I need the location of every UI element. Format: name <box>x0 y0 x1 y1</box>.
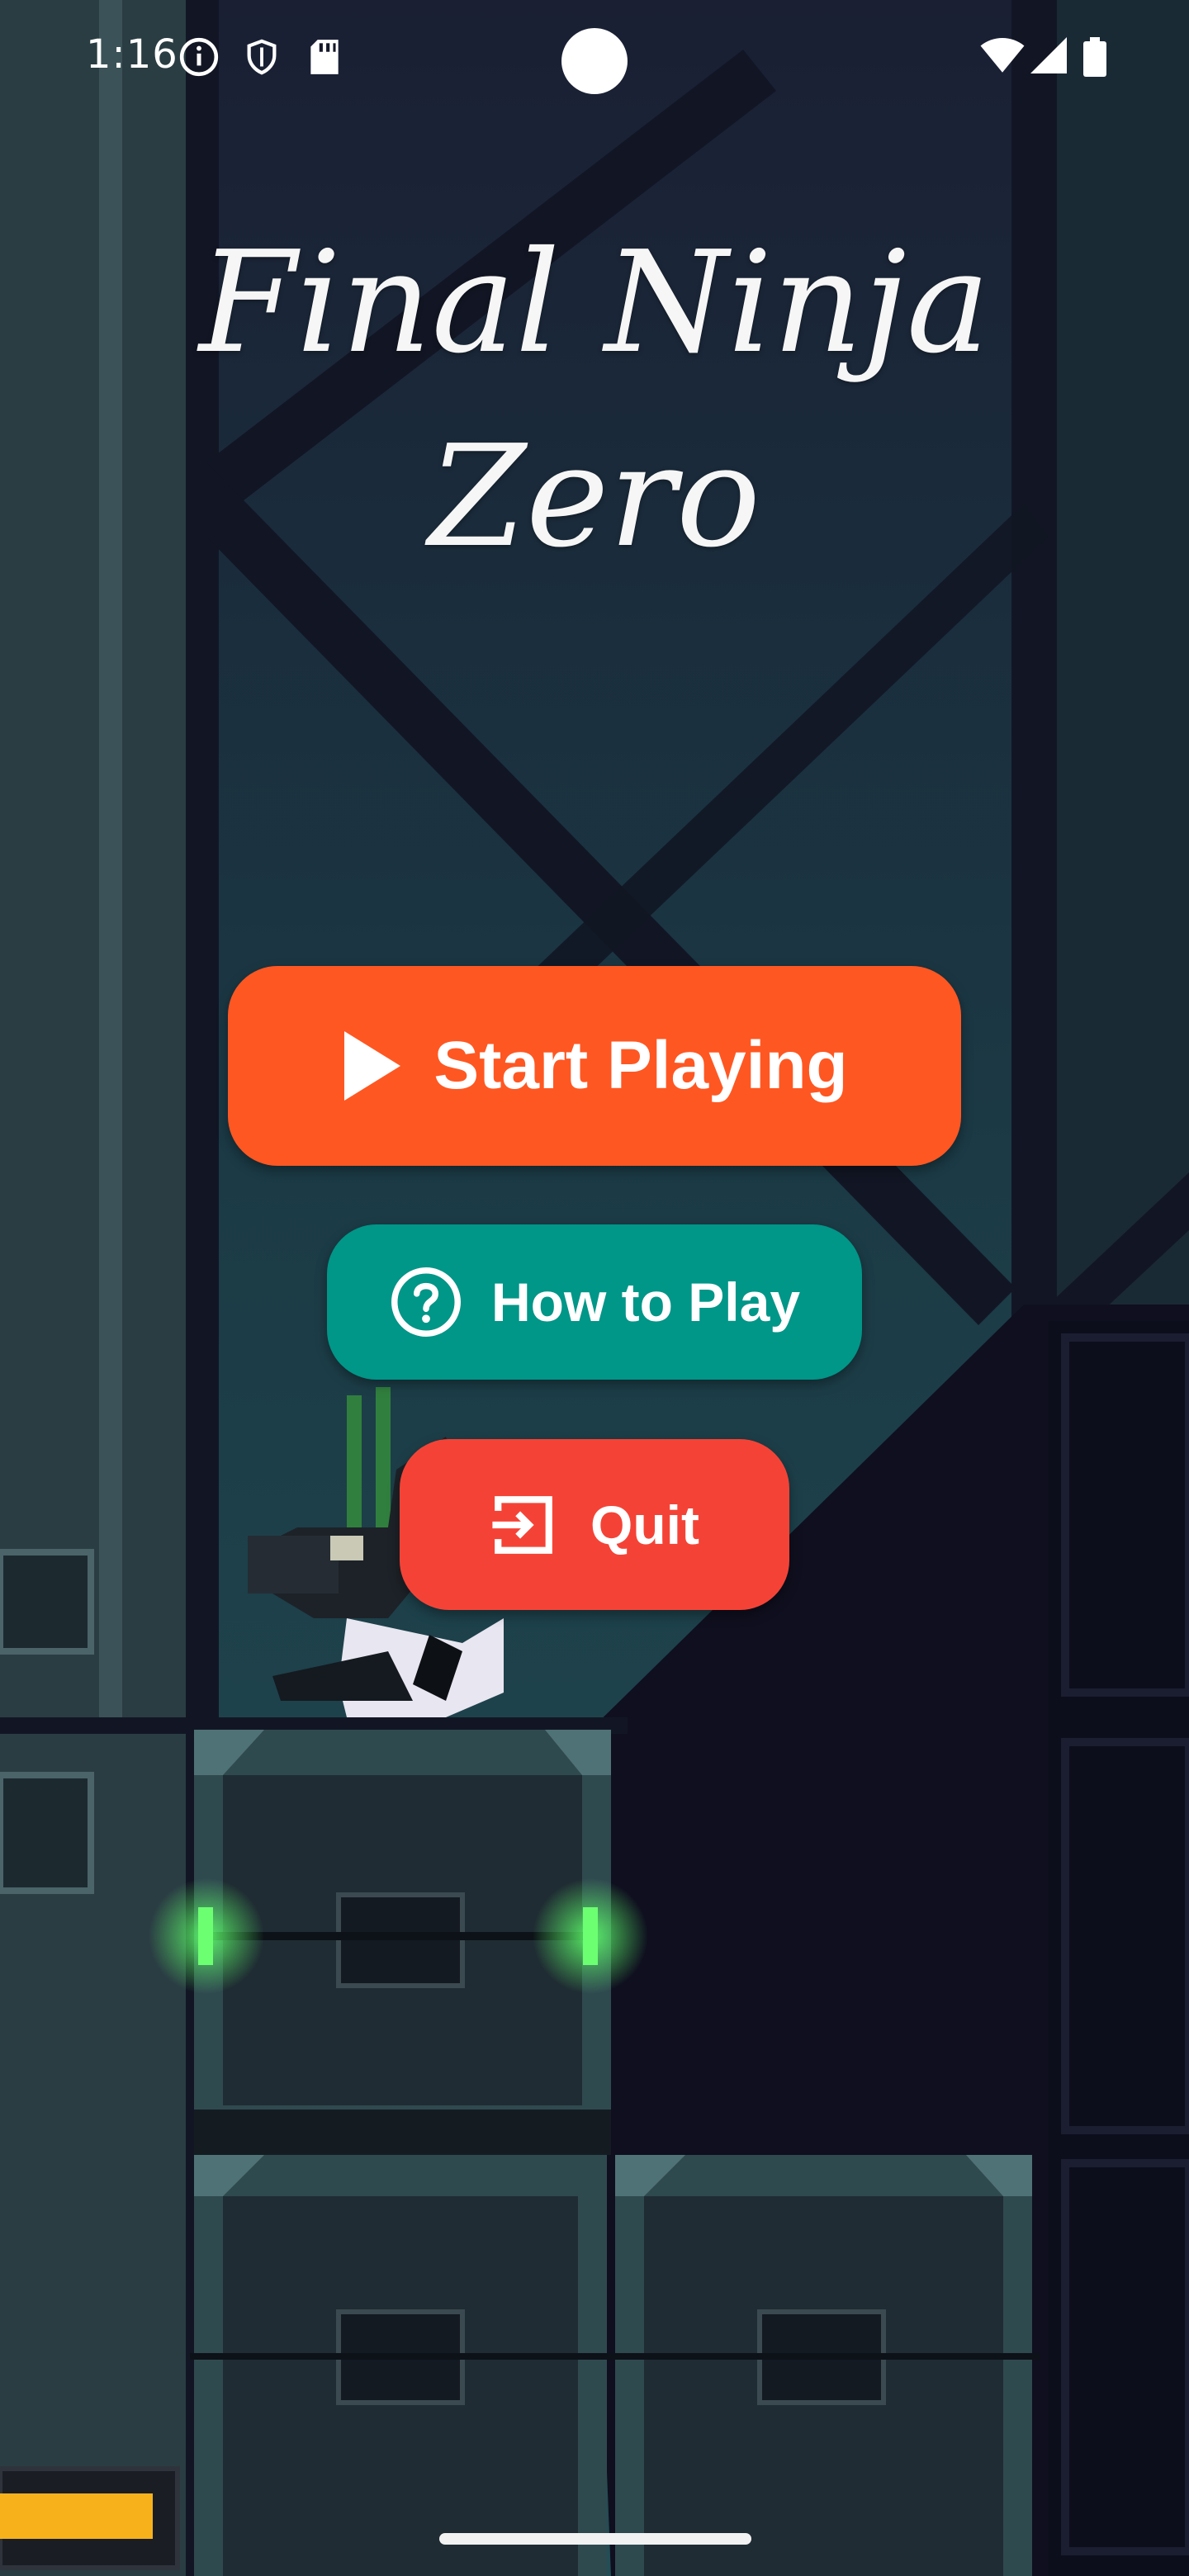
wifi-icon <box>979 36 1026 78</box>
shield-icon <box>243 36 281 81</box>
play-icon <box>341 1031 401 1101</box>
help-circle-icon <box>389 1265 463 1339</box>
start-playing-label: Start Playing <box>433 1028 848 1103</box>
home-indicator[interactable] <box>439 2533 751 2545</box>
front-camera <box>561 28 628 94</box>
game-title-line2: Zero <box>428 415 761 579</box>
how-to-play-button[interactable]: How to Play <box>327 1224 862 1380</box>
how-to-play-label: How to Play <box>490 1271 801 1333</box>
quit-label: Quit <box>590 1494 699 1556</box>
status-time: 1:16 <box>86 31 178 78</box>
info-icon <box>178 36 220 81</box>
status-bar: 1:16 <box>0 0 1189 124</box>
start-playing-button[interactable]: Start Playing <box>228 966 961 1166</box>
cellular-signal-icon <box>1030 36 1067 78</box>
exit-icon <box>490 1491 557 1559</box>
quit-button[interactable]: Quit <box>400 1439 789 1610</box>
battery-icon <box>1083 36 1106 81</box>
sd-card-icon <box>307 36 342 81</box>
game-title: Final Ninja Zero <box>0 206 1189 594</box>
game-title-line1: Final Ninja <box>198 221 991 385</box>
